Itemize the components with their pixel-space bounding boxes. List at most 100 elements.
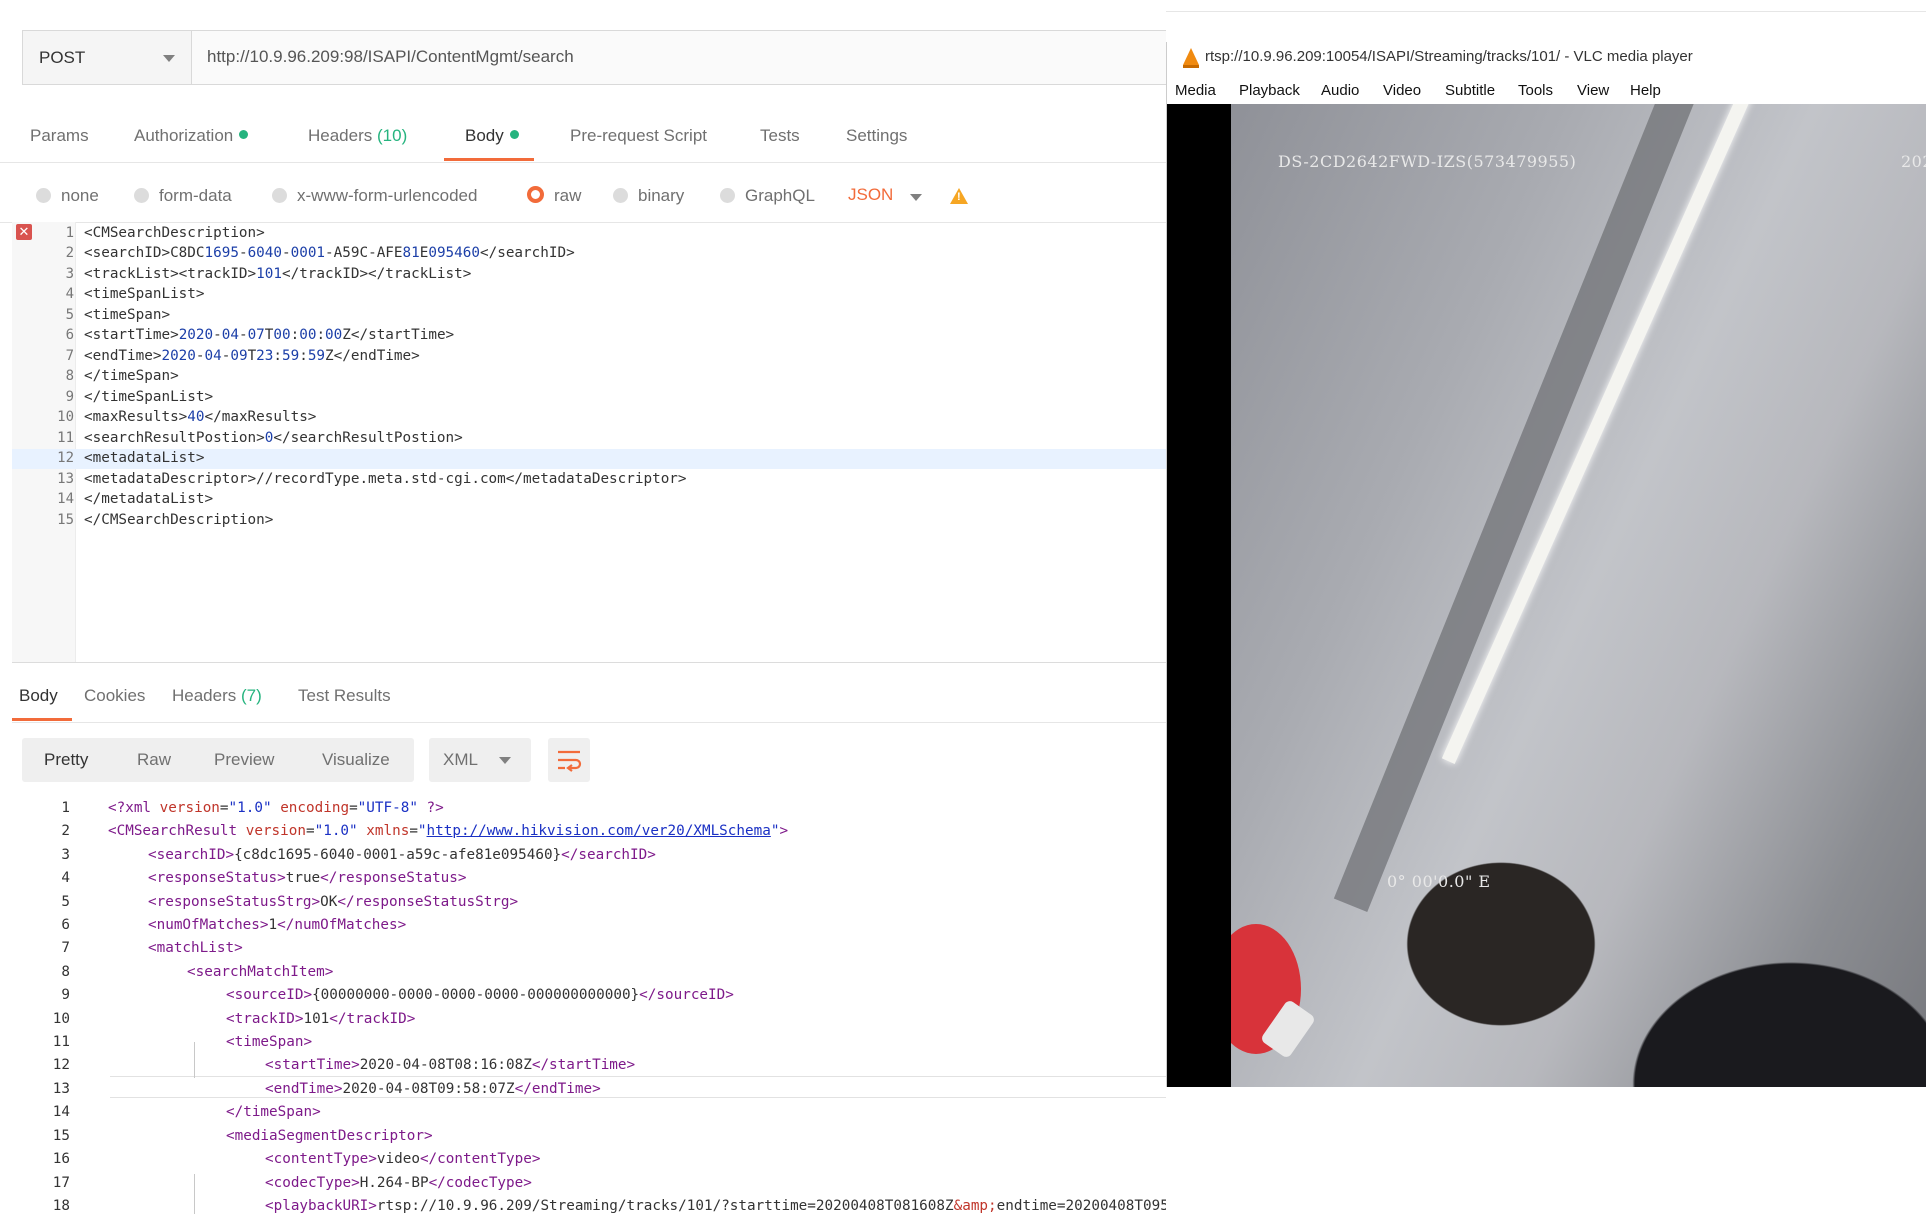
status-dot-icon [509,130,519,139]
menu-media[interactable]: Media [1175,82,1216,99]
raw-format-select[interactable]: JSON [848,185,893,205]
vlc-window: rtsp://10.9.96.209:10054/ISAPI/Streaming… [1166,42,1926,1087]
line-number: 7 [65,348,74,364]
line-number: 14 [52,1104,70,1120]
url-input[interactable]: http://10.9.96.209:98/ISAPI/ContentMgmt/… [207,47,574,67]
response-body-viewer[interactable]: 1 2 3 4 5 6 7 8 9 10 11 12 13 14 15 16 1… [12,797,1166,1214]
tab-tests[interactable]: Tests [760,126,800,146]
indent-guide [194,1174,195,1214]
vlc-title-bar[interactable]: rtsp://10.9.96.209:10054/ISAPI/Streaming… [1175,42,1926,70]
line-number: 4 [65,286,74,302]
osd-coordinates: 0° 00'0.0" E [1387,872,1491,891]
radio-none-label: none [61,186,99,205]
chevron-down-icon [163,55,175,62]
code-line: </metadataList> [84,491,214,507]
tab-headers[interactable]: Headers (10) [308,126,407,146]
view-preview[interactable]: Preview [214,750,274,770]
response-headers-count: (7) [241,686,262,705]
tab-params-label: Params [30,126,89,145]
line-number: 17 [52,1175,70,1191]
code-line: <matchList> [148,940,243,956]
menu-view[interactable]: View [1577,82,1609,99]
radio-binary-label: binary [638,186,685,205]
code-line: <maxResults>40</maxResults> [84,409,317,425]
tab-prerequest-label: Pre-request Script [570,126,707,145]
code-line: </CMSearchDescription> [84,512,274,528]
tab-settings[interactable]: Settings [846,126,907,146]
ceiling-light [1441,104,1764,764]
tab-test-results[interactable]: Test Results [298,686,391,706]
line-number: 8 [65,368,74,384]
line-number: 13 [57,471,74,487]
method-select[interactable]: POST [23,31,192,84]
radio-none[interactable]: none [36,186,99,206]
radio-form-data-label: form-data [159,186,232,205]
radio-binary[interactable]: binary [613,186,684,206]
code-line: <CMSearchResult version="1.0" xmlns="htt… [108,823,789,839]
wrap-lines-button[interactable] [548,738,590,782]
line-number: 10 [57,409,74,425]
tab-response-headers[interactable]: Headers (7) [172,686,262,706]
line-number: 13 [52,1081,70,1097]
radio-raw[interactable]: raw [527,186,581,206]
menu-playback[interactable]: Playback [1239,82,1300,99]
code-line: <metadataList> [84,450,205,466]
code-line: </timeSpan> [226,1104,321,1120]
format-select[interactable]: XML [429,738,531,782]
tab-body[interactable]: Body [465,126,519,146]
line-number: 15 [57,512,74,528]
body-type-options: none form-data x-www-form-urlencoded raw… [0,178,1166,223]
video-surface[interactable]: DS-2CD2642FWD-IZS(573479955) 202 0° 00'0… [1167,104,1926,1087]
radio-form-data[interactable]: form-data [134,186,232,206]
tab-params[interactable]: Params [30,126,89,146]
status-dot-icon [239,130,249,139]
menu-help[interactable]: Help [1630,82,1661,99]
vlc-menu-bar: Media Playback Audio Video Subtitle Tool… [1167,78,1926,104]
tab-cookies[interactable]: Cookies [84,686,145,706]
code-line: <timeSpan> [84,307,171,323]
tab-settings-label: Settings [846,126,908,145]
radio-raw-label: raw [554,186,582,205]
code-line: <numOfMatches>1</numOfMatches> [148,917,407,933]
line-number: 8 [61,964,70,980]
view-pretty[interactable]: Pretty [44,750,88,770]
radio-icon [272,188,287,203]
radio-graphql-label: GraphQL [745,186,815,205]
menu-audio[interactable]: Audio [1321,82,1359,99]
code-line: <metadataDescriptor>//recordType.meta.st… [84,471,687,487]
line-number: 5 [65,307,74,323]
wrap-icon [558,750,582,772]
format-label: XML [443,750,478,769]
camera-frame [1231,104,1926,1087]
osd-camera-name: DS-2CD2642FWD-IZS(573479955) [1278,152,1577,171]
line-number: 6 [61,917,70,933]
code-line: <playbackURI>rtsp://10.9.96.209/Streamin… [265,1198,1166,1214]
request-bar: POST http://10.9.96.209:98/ISAPI/Content… [22,30,1166,85]
radio-urlencoded[interactable]: x-www-form-urlencoded [272,186,477,206]
line-number: 5 [61,894,70,910]
view-raw[interactable]: Raw [137,750,171,770]
menu-subtitle[interactable]: Subtitle [1445,82,1495,99]
menu-video[interactable]: Video [1383,82,1421,99]
request-body-editor[interactable]: ✕ 1 2 3 4 5 6 7 8 9 10 11 12 13 14 15 <C… [12,222,1166,662]
warning-icon[interactable]: ! [950,188,968,204]
chevron-down-icon[interactable] [910,194,922,201]
tab-prerequest-script[interactable]: Pre-request Script [570,126,707,146]
line-number: 7 [61,940,70,956]
pane-divider[interactable] [12,662,1166,663]
view-visualize[interactable]: Visualize [322,750,390,770]
radio-selected-icon [527,186,544,203]
line-number: 9 [61,987,70,1003]
code-line: <searchID>{c8dc1695-6040-0001-a59c-afe81… [148,847,656,863]
line-number: 1 [61,800,70,816]
code-line: <contentType>video</contentType> [265,1151,541,1167]
menu-tools[interactable]: Tools [1518,82,1553,99]
indent-guide [194,1042,195,1078]
line-number: 2 [61,823,70,839]
tab-authorization[interactable]: Authorization [134,126,249,146]
tab-response-body[interactable]: Body [19,686,58,706]
code-line: <searchMatchItem> [187,964,334,980]
radio-graphql[interactable]: GraphQL [720,186,815,206]
code-line: <responseStatus>true</responseStatus> [148,870,467,886]
tab-tests-label: Tests [760,126,800,145]
